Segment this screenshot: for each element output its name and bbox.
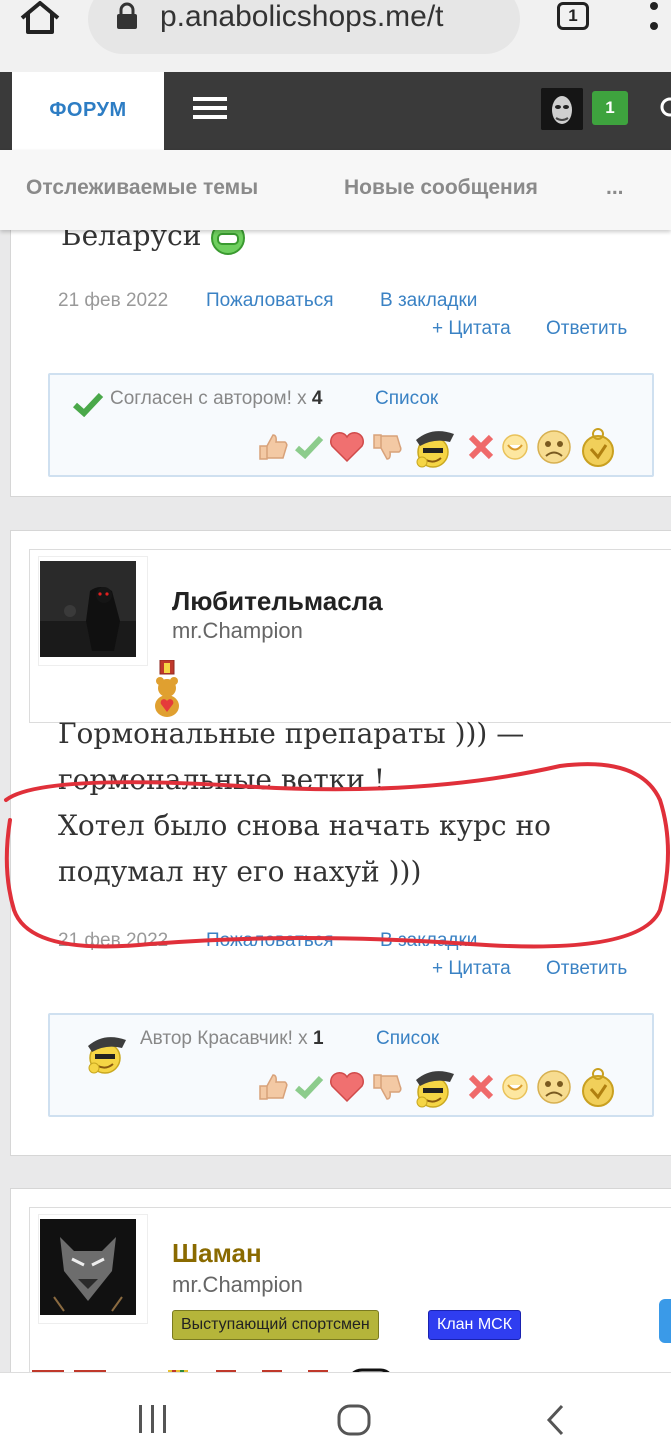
dislike-icon[interactable] <box>370 1072 404 1102</box>
bookmark-link[interactable]: В закладки <box>380 290 477 312</box>
post-text-line: гормональные ветки ! <box>58 763 386 796</box>
agree-icon[interactable] <box>294 1073 324 1101</box>
cool-icon[interactable] <box>408 1064 462 1110</box>
post-text: Гормональные препараты ))) — гормональны… <box>58 711 551 895</box>
post-text-line: Гормональные препараты ))) — <box>58 717 525 750</box>
reaction-summary: Согласен с автором! x 4 <box>110 388 323 409</box>
cross-icon[interactable] <box>466 432 496 462</box>
quote-link[interactable]: + Цитата <box>432 958 511 980</box>
notification-badge[interactable]: 1 <box>592 91 628 125</box>
post-text-line: подумал ну его нахуй ))) <box>58 855 422 888</box>
agree-icon <box>73 392 104 417</box>
menu-dots-icon[interactable] <box>648 0 660 36</box>
reaction-summary: Автор Красавчик! x 1 <box>140 1028 324 1049</box>
browser-toolbar: p.anabolicshops.me/t 1 <box>0 0 671 72</box>
system-navigation-bar <box>0 1372 671 1455</box>
report-link[interactable]: Пожаловаться <box>206 290 334 312</box>
like-icon[interactable] <box>256 1072 290 1102</box>
search-icon[interactable] <box>656 96 671 122</box>
dislike-icon[interactable] <box>370 432 404 462</box>
sad-icon[interactable] <box>534 427 574 467</box>
reactions-box: Автор Красавчик! x 1 Список <box>48 1013 654 1117</box>
sad-icon[interactable] <box>534 1067 574 1107</box>
cool-icon <box>88 1037 126 1074</box>
user-info: Любительмасла mr.Champion <box>29 549 671 723</box>
avatar[interactable] <box>40 561 136 657</box>
url-text[interactable]: p.anabolicshops.me/t <box>160 0 444 34</box>
cool-icon[interactable] <box>408 424 462 470</box>
post-date[interactable]: 21 фев 2022 <box>58 290 168 312</box>
subnav-more[interactable]: ... <box>606 176 624 200</box>
reaction-buttons <box>256 424 618 470</box>
medal-icon[interactable] <box>578 425 618 469</box>
reaction-list-link[interactable]: Список <box>375 388 438 410</box>
agree-icon[interactable] <box>294 433 324 461</box>
cross-icon[interactable] <box>466 1072 496 1102</box>
recent-apps-icon[interactable] <box>136 1403 170 1435</box>
love-icon[interactable] <box>328 431 366 463</box>
love-icon[interactable] <box>328 1071 366 1103</box>
username[interactable]: Любительмасла <box>172 586 383 617</box>
tab-count-button[interactable]: 1 <box>557 2 589 30</box>
quote-link[interactable]: + Цитата <box>432 318 511 340</box>
reaction-list-link[interactable]: Список <box>376 1028 439 1050</box>
tab-forum[interactable]: ФОРУМ <box>12 72 164 150</box>
medal-icon[interactable] <box>578 1065 618 1109</box>
reaction-buttons <box>256 1064 618 1110</box>
scroll-to-top-button[interactable] <box>659 1299 671 1343</box>
report-link[interactable]: Пожаловаться <box>206 930 334 952</box>
subnav-new-messages[interactable]: Новые сообщения <box>344 176 538 200</box>
home-button-icon[interactable] <box>336 1403 372 1437</box>
subnav-watched-threads[interactable]: Отслеживаемые темы <box>26 176 258 200</box>
back-icon[interactable] <box>544 1403 568 1437</box>
account-avatar[interactable] <box>541 88 583 130</box>
avatar[interactable] <box>40 1219 136 1315</box>
hamburger-icon[interactable] <box>193 96 227 120</box>
smile-icon[interactable] <box>500 1072 530 1102</box>
home-icon[interactable] <box>18 0 62 36</box>
post-text-line: Хотел было снова начать курс но <box>58 809 551 842</box>
post: Любительмасла mr.Champion Гормональные п… <box>10 530 671 1156</box>
sub-navigation: Отслеживаемые темы Новые сообщения ... <box>0 150 671 230</box>
user-title: mr.Champion <box>172 618 303 643</box>
reply-link[interactable]: Ответить <box>546 318 627 340</box>
like-icon[interactable] <box>256 432 290 462</box>
reply-link[interactable]: Ответить <box>546 958 627 980</box>
smile-icon[interactable] <box>500 432 530 462</box>
banner-athlete: Выступающий спортсмен <box>172 1310 379 1340</box>
bookmark-link[interactable]: В закладки <box>380 930 477 952</box>
username[interactable]: Шаман <box>172 1238 262 1269</box>
banner-clan: Клан МСК <box>428 1310 522 1340</box>
post: Беларуси 21 фев 2022 Пожаловаться В закл… <box>10 200 671 497</box>
post-date[interactable]: 21 фев 2022 <box>58 930 168 952</box>
reactions-box: Согласен с автором! x 4 Список <box>48 373 654 477</box>
user-title: mr.Champion <box>172 1272 303 1297</box>
lock-icon <box>117 2 137 29</box>
